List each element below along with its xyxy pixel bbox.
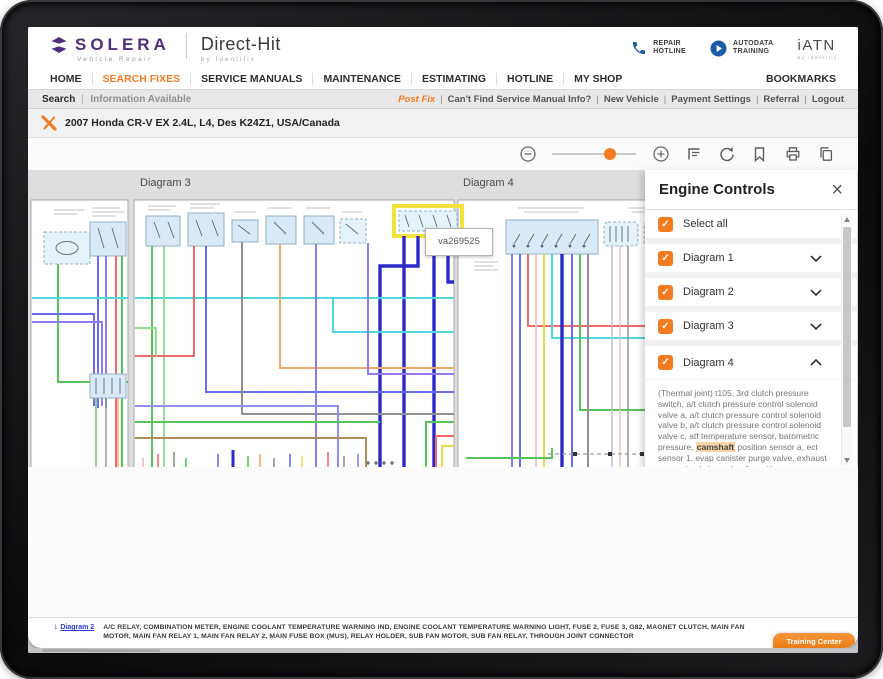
autodata-label-2: TRAINING	[733, 48, 769, 55]
panel-scrollbar[interactable]	[841, 214, 852, 466]
nav-home[interactable]: HOME	[50, 73, 92, 85]
diagram4-checkbox[interactable]: ✓	[658, 355, 673, 370]
nav-my-shop[interactable]: MY SHOP	[563, 73, 632, 85]
diagram2-footnote-link[interactable]: Diagram 2	[60, 624, 94, 631]
subbar-links: Post Fix Can't Find Service Manual Info?…	[398, 94, 844, 105]
zoom-slider-thumb[interactable]	[604, 148, 616, 160]
zoom-slider[interactable]	[552, 153, 636, 155]
component-tooltip: va269525	[425, 228, 493, 256]
footer-bar: 1 Diagram 2 A/C RELAY, COMBINATION METER…	[28, 617, 858, 648]
vehicle-bar: 2007 Honda CR-V EX 2.4L, L4, Des K24Z1, …	[28, 109, 858, 138]
nav-maintenance[interactable]: MAINTENANCE	[312, 73, 411, 85]
diagram3-label: Diagram 3	[683, 320, 734, 332]
close-icon[interactable]: ×	[831, 181, 843, 199]
select-all-row[interactable]: ✓ Select all	[645, 210, 857, 244]
solera-logo-icon	[50, 36, 68, 54]
new-vehicle-link[interactable]: New Vehicle	[591, 94, 658, 105]
subbar-divider	[82, 94, 83, 104]
footnote: 1 Diagram 2 A/C RELAY, COMBINATION METER…	[54, 624, 763, 641]
app-window: SOLERA Vehicle Repair Direct-Hit by Iden…	[28, 27, 858, 648]
training-center-badge[interactable]: Training Center	[773, 633, 855, 648]
footnote-text: A/C RELAY, COMBINATION METER, ENGINE COO…	[103, 624, 763, 641]
play-circle-icon	[710, 40, 727, 57]
repair-hotline-label-1: REPAIR	[653, 40, 681, 47]
engine-controls-panel: Engine Controls × ✓ Select all ✓ Diagram…	[645, 170, 857, 470]
brand-divider	[186, 33, 187, 59]
bookmark-button[interactable]	[751, 146, 768, 163]
diagram3-checkbox[interactable]: ✓	[658, 319, 673, 334]
product-tagline: by Identifix	[201, 56, 281, 63]
header: SOLERA Vehicle Repair Direct-Hit by Iden…	[28, 27, 858, 69]
nav-search-fixes[interactable]: SEARCH FIXES	[92, 73, 191, 85]
iatn-logo[interactable]: iATN by identifix	[798, 37, 838, 60]
tablet-frame: SOLERA Vehicle Repair Direct-Hit by Iden…	[0, 0, 883, 679]
solera-logo: SOLERA Vehicle Repair	[50, 35, 170, 63]
vehicle-description: 2007 Honda CR-V EX 2.4L, L4, Des K24Z1, …	[65, 117, 340, 129]
nav-bookmarks[interactable]: BOOKMARKS	[766, 73, 836, 85]
diagram1-checkbox[interactable]: ✓	[658, 251, 673, 266]
diagram1-label: Diagram 1	[683, 252, 734, 264]
solera-tagline: Vehicle Repair	[77, 56, 170, 63]
scroll-up-arrow[interactable]	[844, 217, 850, 222]
referral-link[interactable]: Referral	[751, 94, 799, 105]
diagram2-checkbox[interactable]: ✓	[658, 285, 673, 300]
phone-icon	[631, 40, 647, 56]
copy-pages-button[interactable]	[817, 146, 834, 163]
product-logo: Direct-Hit by Identifix	[201, 34, 281, 63]
diagram4-description: (Thermal joint) t105, 3rd clutch pressur…	[645, 380, 857, 470]
diagram3-row[interactable]: ✓ Diagram 3	[645, 312, 857, 346]
header-actions: REPAIR HOTLINE AUTODATA TRAINING	[631, 37, 858, 60]
chevron-down-icon[interactable]	[810, 323, 822, 330]
print-button[interactable]	[784, 146, 801, 163]
chevron-down-icon[interactable]	[810, 289, 822, 296]
autodata-label-1: AUTODATA	[733, 40, 774, 47]
diagram1-row[interactable]: ✓ Diagram 1	[645, 244, 857, 278]
scroll-down-arrow[interactable]	[844, 458, 850, 463]
iatn-tagline: by identifix	[798, 55, 838, 60]
solera-wordmark: SOLERA	[75, 35, 170, 55]
engine-controls-header: Engine Controls ×	[645, 170, 857, 210]
page-bottom-strip	[28, 648, 858, 653]
chevron-down-icon[interactable]	[810, 255, 822, 262]
chevron-up-icon[interactable]	[810, 359, 822, 366]
content-blank-area	[28, 467, 858, 617]
main-nav: HOME SEARCH FIXES SERVICE MANUALS MAINTE…	[28, 69, 858, 90]
fit-to-screen-button[interactable]	[685, 146, 702, 163]
sub-bar: Search Information Available Post Fix Ca…	[28, 90, 858, 109]
rotate-button[interactable]	[718, 146, 735, 163]
diagram4-row[interactable]: ✓ Diagram 4	[645, 346, 857, 380]
brand-area: SOLERA Vehicle Repair Direct-Hit by Iden…	[28, 33, 281, 63]
iatn-wordmark: iATN	[798, 37, 836, 54]
diagram2-row[interactable]: ✓ Diagram 2	[645, 278, 857, 312]
search-tab[interactable]: Search	[42, 94, 75, 105]
nav-service-manuals[interactable]: SERVICE MANUALS	[190, 73, 312, 85]
description-highlight: camshaft	[696, 442, 735, 452]
screen: SOLERA Vehicle Repair Direct-Hit by Iden…	[28, 27, 858, 653]
product-wordmark: Direct-Hit	[201, 34, 281, 55]
zoom-in-button[interactable]	[652, 146, 669, 163]
logout-link[interactable]: Logout	[799, 94, 844, 105]
repair-hotline-button[interactable]: REPAIR HOTLINE	[631, 40, 686, 57]
diagram2-label: Diagram 2	[683, 286, 734, 298]
autodata-training-button[interactable]: AUTODATA TRAINING	[710, 40, 774, 57]
fine-print-smudge	[42, 649, 160, 652]
information-available-tab[interactable]: Information Available	[90, 94, 191, 105]
cant-find-info-link[interactable]: Can't Find Service Manual Info?	[435, 94, 591, 105]
select-all-label: Select all	[683, 218, 728, 230]
panel-title: Engine Controls	[659, 181, 775, 198]
payment-settings-link[interactable]: Payment Settings	[659, 94, 751, 105]
zoom-out-button[interactable]	[519, 146, 536, 163]
nav-estimating[interactable]: ESTIMATING	[411, 73, 496, 85]
vehicle-wrench-icon	[40, 114, 58, 132]
repair-hotline-label-2: HOTLINE	[653, 48, 686, 55]
post-fix-link[interactable]: Post Fix	[398, 94, 435, 105]
select-all-checkbox[interactable]: ✓	[658, 217, 673, 232]
scrollbar-thumb[interactable]	[843, 227, 851, 427]
footnote-marker: 1	[54, 625, 57, 631]
nav-hotline[interactable]: HOTLINE	[496, 73, 563, 85]
diagram-toolbar	[28, 138, 858, 170]
diagram4-label: Diagram 4	[683, 357, 734, 369]
